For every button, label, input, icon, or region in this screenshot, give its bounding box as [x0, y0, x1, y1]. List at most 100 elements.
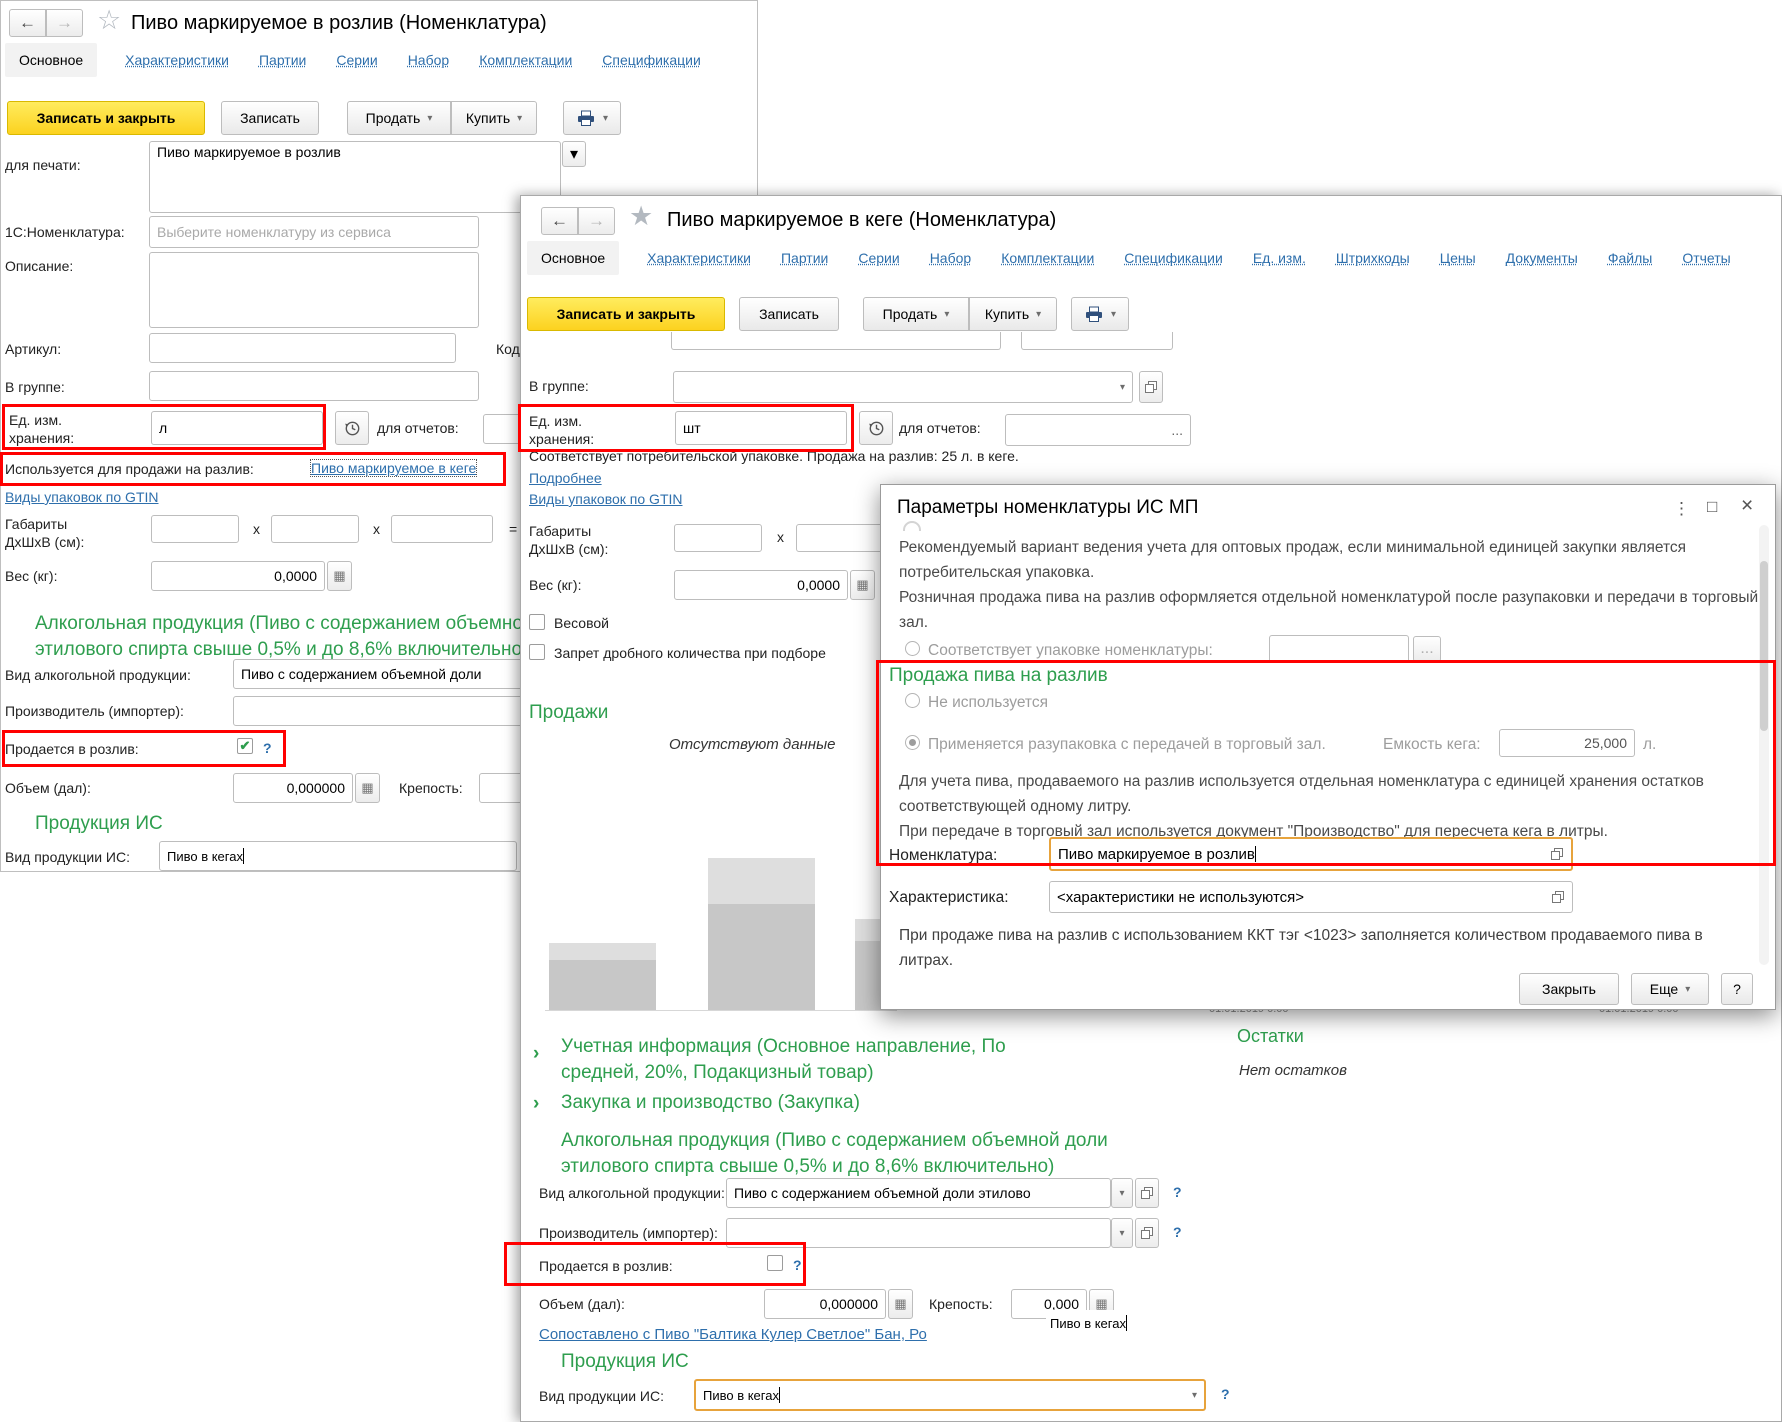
alcohol-section-header[interactable]: Алкогольная продукция (Пиво с содержание…	[35, 611, 582, 663]
ellipsis-button[interactable]: ...	[1171, 422, 1183, 438]
volume-input[interactable]: 0,000000	[233, 773, 353, 803]
tab-партии[interactable]: Партии	[257, 43, 308, 77]
weight-input[interactable]: 0,0000	[674, 570, 848, 600]
group-combobox[interactable]: ▾	[673, 371, 1133, 403]
help-icon[interactable]: ?	[793, 1257, 802, 1273]
save-and-close-button[interactable]: Записать и закрыть	[527, 297, 725, 331]
base-unit-history-button[interactable]	[859, 411, 893, 445]
chevron-right-icon[interactable]: ›	[533, 1044, 539, 1063]
save-button[interactable]: Записать	[739, 297, 839, 331]
sold-on-tap-checkbox[interactable]	[237, 738, 253, 754]
tab-ед-изм-[interactable]: Ед. изм.	[1251, 241, 1308, 275]
no-fraction-checkbox[interactable]	[529, 644, 545, 660]
close-button[interactable]: Закрыть	[1519, 973, 1619, 1005]
nomenclature-input[interactable]: Пиво маркируемое в розлив	[1049, 837, 1573, 871]
for-reports-input[interactable]: ...	[1005, 414, 1191, 446]
alcohol-type-open-button[interactable]	[1135, 1178, 1159, 1208]
print-button[interactable]: ▾	[1071, 297, 1129, 331]
producer-combobox[interactable]	[726, 1218, 1111, 1248]
tab-штрихкоды[interactable]: Штрихкоды	[1334, 241, 1412, 275]
tab-серии[interactable]: Серии	[856, 241, 901, 275]
help-icon[interactable]: ?	[263, 740, 272, 756]
save-button[interactable]: Записать	[221, 101, 319, 135]
group-input[interactable]	[149, 371, 479, 401]
description-textarea[interactable]	[149, 252, 479, 328]
print-name-textarea[interactable]: Пиво маркируемое в розлив	[149, 141, 561, 213]
sold-on-tap-checkbox[interactable]	[767, 1255, 783, 1271]
tab-партии[interactable]: Партии	[779, 241, 830, 275]
help-button[interactable]: ?	[1721, 973, 1753, 1005]
gtin-packs-link[interactable]: Виды упаковок по GTIN	[5, 489, 159, 505]
matches-pack-input[interactable]	[1269, 635, 1409, 663]
base-unit-input[interactable]: л	[151, 411, 323, 445]
scrollbar-thumb[interactable]	[1760, 561, 1768, 731]
radio-unpack-transfer[interactable]	[905, 735, 920, 750]
print-button[interactable]: ▾	[563, 101, 621, 135]
producer-open-button[interactable]	[1135, 1218, 1159, 1248]
dimension-length-input[interactable]	[674, 524, 762, 552]
dropdown-icon[interactable]: ▾	[1120, 382, 1125, 393]
chevron-right-icon[interactable]: ›	[533, 1094, 539, 1113]
article-input[interactable]	[149, 333, 456, 363]
purchase-section-header[interactable]: Закупка и производство (Закупка)	[561, 1092, 860, 1114]
accounting-section-header[interactable]: Учетная информация (Основное направление…	[561, 1034, 1006, 1086]
tab-файлы[interactable]: Файлы	[1606, 241, 1654, 275]
draft-usage-link[interactable]: Пиво маркируемое в кеге	[309, 459, 478, 477]
nom1c-input[interactable]: Выберите номенклатуру из сервиса	[149, 216, 479, 248]
tab-комплектации[interactable]: Комплектации	[999, 241, 1096, 275]
base-unit-history-button[interactable]	[335, 411, 369, 445]
buy-button[interactable]: Купить ▾	[451, 101, 537, 135]
help-icon[interactable]: ?	[1173, 1184, 1182, 1200]
open-in-form-icon[interactable]	[1551, 890, 1565, 904]
is-type-combobox[interactable]: Пиво в кегах ▾	[694, 1379, 1206, 1411]
alcohol-type-combobox[interactable]: Пиво с содержанием объемной доли этилово	[726, 1178, 1111, 1208]
is-products-section-header[interactable]: Продукция ИС	[561, 1351, 689, 1373]
sell-button[interactable]: Продать ▾	[863, 297, 969, 331]
tab-набор[interactable]: Набор	[928, 241, 974, 275]
dropdown-icon[interactable]: ▾	[1192, 1390, 1197, 1401]
more-link[interactable]: Подробнее	[529, 470, 602, 486]
tab-серии[interactable]: Серии	[334, 43, 379, 77]
mapped-nomenclature-link[interactable]: Сопоставлено с Пиво "Балтика Кулер Светл…	[539, 1326, 927, 1343]
print-name-dropdown-button[interactable]: ▾	[562, 141, 586, 167]
tab-основное[interactable]: Основное	[5, 43, 98, 77]
weight-input[interactable]: 0,0000	[151, 561, 325, 591]
tab-цены[interactable]: Цены	[1438, 241, 1478, 275]
is-type-input[interactable]: Пиво в кегах	[159, 841, 517, 871]
volume-input[interactable]: 0,000000	[764, 1289, 886, 1319]
help-icon[interactable]: ?	[1173, 1224, 1182, 1240]
forward-button[interactable]: →	[46, 9, 83, 37]
matches-pack-ellipsis-button[interactable]: ...	[1413, 636, 1441, 662]
dimension-length-input[interactable]	[151, 515, 239, 543]
group-open-button[interactable]	[1139, 371, 1163, 403]
help-icon[interactable]: ?	[1221, 1386, 1230, 1402]
tab-комплектации[interactable]: Комплектации	[477, 43, 574, 77]
tab-спецификации[interactable]: Спецификации	[600, 43, 703, 77]
alcohol-type-dropdown-button[interactable]: ▾	[1111, 1178, 1133, 1208]
dimension-height-input[interactable]	[391, 515, 493, 543]
tab-характеристики[interactable]: Характеристики	[645, 241, 753, 275]
characteristic-input[interactable]: <характеристики не используются>	[1049, 881, 1573, 913]
kebab-menu-icon[interactable]: ⋮	[1673, 499, 1690, 519]
base-unit-input[interactable]: шт	[675, 411, 847, 445]
buy-button[interactable]: Купить ▾	[969, 297, 1057, 331]
dialog-scrollbar[interactable]	[1759, 525, 1769, 965]
back-button[interactable]: ←	[541, 207, 578, 235]
tab-характеристики[interactable]: Характеристики	[123, 43, 231, 77]
weight-calc-button[interactable]: ▦	[327, 561, 352, 591]
volume-calc-button[interactable]: ▦	[888, 1289, 913, 1319]
is-products-section-header[interactable]: Продукция ИС	[35, 813, 163, 835]
back-button[interactable]: ←	[9, 9, 46, 37]
more-button[interactable]: Еще ▾	[1631, 973, 1709, 1005]
producer-dropdown-button[interactable]: ▾	[1111, 1218, 1133, 1248]
tab-спецификации[interactable]: Спецификации	[1122, 241, 1225, 275]
radio-not-used[interactable]	[905, 693, 920, 708]
sell-button[interactable]: Продать ▾	[347, 101, 451, 135]
dimension-width-input[interactable]	[271, 515, 359, 543]
tab-документы[interactable]: Документы	[1504, 241, 1580, 275]
close-icon[interactable]: ×	[1741, 494, 1753, 518]
tab-основное[interactable]: Основное	[527, 241, 620, 275]
forward-button[interactable]: →	[578, 207, 615, 235]
alcohol-section-header[interactable]: Алкогольная продукция (Пиво с содержание…	[561, 1128, 1108, 1180]
by-weight-checkbox[interactable]	[529, 614, 545, 630]
